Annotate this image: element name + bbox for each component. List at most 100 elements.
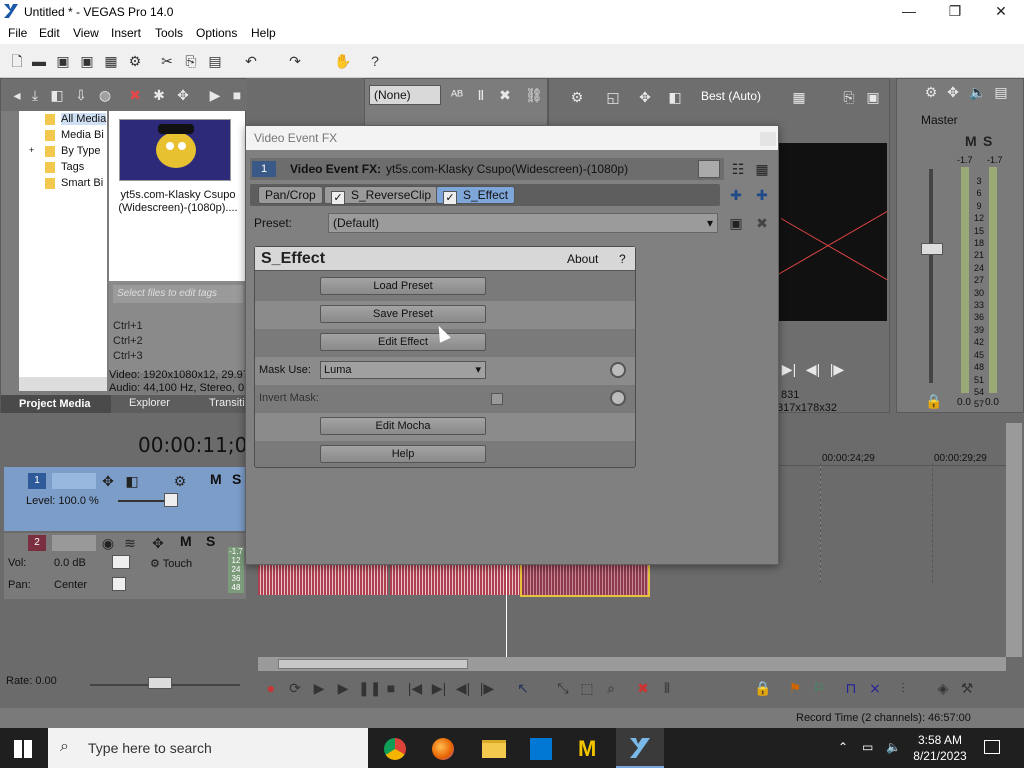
arm-record-icon[interactable]: ◉	[100, 535, 116, 551]
compositing-icon[interactable]: ◧	[124, 473, 140, 489]
prev-frame-icon[interactable]: ◀|	[454, 679, 472, 697]
trim-icon[interactable]: ⫴	[658, 679, 676, 697]
copy-snapshot-icon[interactable]: ⎘	[841, 89, 857, 105]
video-track-name[interactable]	[52, 473, 96, 489]
audio-clip-2[interactable]	[390, 565, 520, 595]
volume-icon[interactable]: 🔈	[886, 740, 901, 754]
tab-transitions[interactable]: Transiti	[209, 397, 245, 409]
remove-plugin-icon[interactable]: ✚	[754, 187, 770, 203]
master-mute[interactable]: M	[965, 133, 977, 149]
menu-insert[interactable]: Insert	[111, 26, 141, 40]
audio-track-name[interactable]	[52, 535, 96, 551]
audio-track-header[interactable]: 2 ◉ ≋ ✥ M S Vol: 0.0 dB ⚙ Touch Pan: Cen…	[4, 533, 246, 599]
link-icon[interactable]: ⛓	[525, 87, 543, 103]
go-end-icon[interactable]: ▶|	[430, 679, 448, 697]
timeline-scrollbar[interactable]	[258, 657, 1006, 671]
next-frame-icon[interactable]: ▶|	[781, 361, 797, 377]
help-button[interactable]: Help	[320, 445, 486, 463]
invert-phase-icon[interactable]: ≋	[122, 535, 138, 551]
close-button[interactable]: ✕	[978, 0, 1024, 24]
tree-tags[interactable]: Tags	[61, 161, 84, 173]
clock[interactable]: 3:58 AM 8/21/2023	[912, 732, 968, 764]
checkbox-s-reverseclip[interactable]: ✓	[331, 191, 345, 205]
lock-events-icon[interactable]: 🔒	[754, 679, 772, 697]
audio-fx-icon[interactable]: ✥	[150, 535, 166, 551]
view-grid-icon[interactable]: ▦	[754, 161, 770, 177]
timeline-scroll-thumb[interactable]	[278, 659, 468, 669]
remove-icon[interactable]: ✖	[127, 87, 143, 103]
redo-icon[interactable]: ↷	[286, 52, 304, 70]
shortcut-icon[interactable]: ✋	[334, 52, 352, 70]
menu-view[interactable]: View	[73, 26, 99, 40]
ripple-icon[interactable]: ⫶	[894, 679, 912, 697]
invert-mask-checkbox[interactable]	[491, 393, 503, 405]
preview-quality[interactable]: Best (Auto)	[701, 89, 761, 103]
preview-settings-icon[interactable]: ⚙	[569, 89, 585, 105]
more-tools-icon[interactable]: ⚒	[958, 679, 976, 697]
maximize-button[interactable]: ❐	[932, 0, 978, 24]
help-icon[interactable]: ?	[366, 52, 384, 70]
audio-solo[interactable]: S	[206, 533, 215, 549]
mask-use-dropdown[interactable]: Luma ▾	[320, 361, 486, 379]
grid-icon[interactable]: ▦	[791, 89, 807, 105]
tags-input[interactable]: Select files to edit tags	[113, 285, 243, 303]
render-icon[interactable]: ▦	[102, 52, 120, 70]
selection-tool-icon[interactable]: ⬚	[578, 679, 596, 697]
delete-icon[interactable]: ✖	[634, 679, 652, 697]
playhead[interactable]	[506, 563, 507, 657]
go-start-icon[interactable]: |◀	[406, 679, 424, 697]
fx-chip-pan-crop[interactable]: Pan/Crop	[258, 186, 323, 204]
speaker-icon[interactable]: 🔈	[969, 84, 986, 100]
save-snapshot-icon[interactable]: ▣	[865, 89, 881, 105]
stop-transport-icon[interactable]: ■	[382, 679, 400, 697]
zoom-tool-icon[interactable]: ⌕	[602, 679, 620, 697]
vegas-pro-taskbar-button[interactable]	[616, 728, 664, 768]
dialog-close-button[interactable]	[760, 132, 776, 146]
vol-slider[interactable]	[112, 555, 130, 569]
network-icon[interactable]: ▭	[862, 740, 873, 754]
split-icon[interactable]: ✥	[175, 87, 191, 103]
marker-icon[interactable]: ⚑	[786, 679, 804, 697]
plugin-help-q[interactable]: ?	[619, 252, 626, 266]
tree-by-type[interactable]: By Type	[61, 145, 101, 157]
master-fader[interactable]	[921, 243, 943, 255]
stop-icon[interactable]: ■	[229, 87, 245, 103]
get-media-icon[interactable]: ⇩	[73, 87, 89, 103]
loop-icon[interactable]: ⟳	[286, 679, 304, 697]
master-solo[interactable]: S	[983, 133, 992, 149]
lock-icon[interactable]: 🔒	[925, 393, 942, 409]
timeline-vscroll[interactable]	[1006, 423, 1022, 657]
edit-mocha-button[interactable]: Edit Mocha	[320, 417, 486, 435]
taskbar-search[interactable]: ⌕ Type here to search	[48, 728, 368, 768]
show-hidden-icon[interactable]: ⌃	[838, 740, 848, 754]
back-icon[interactable]: ◂	[9, 87, 25, 103]
auto-crossfade-icon[interactable]: ⨯	[866, 679, 884, 697]
media-thumbnail[interactable]	[119, 119, 231, 181]
next-frame-transport-icon[interactable]: |▶	[478, 679, 496, 697]
save-preset-icon[interactable]: ▣	[728, 215, 744, 231]
edit-effect-button[interactable]: Edit Effect	[320, 333, 486, 351]
mixer-menu-icon[interactable]: ▤	[993, 84, 1009, 100]
menu-tools[interactable]: Tools	[155, 26, 183, 40]
menu-help[interactable]: Help	[251, 26, 276, 40]
spell-icon[interactable]: ᴬᴮ	[449, 87, 465, 103]
tree-scrollbar[interactable]	[19, 377, 107, 391]
fx-chip-s-reverseclip[interactable]: ✓ S_ReverseClip	[324, 186, 439, 205]
delete-preset-icon[interactable]: ✖	[754, 215, 770, 231]
delete-text-icon[interactable]: ✖	[497, 87, 513, 103]
mask-use-animate-icon[interactable]	[610, 362, 626, 378]
minimize-button[interactable]: —	[886, 0, 932, 24]
envelope-tool-icon[interactable]: ⤡	[554, 679, 572, 697]
video-solo[interactable]: S	[232, 471, 241, 487]
new-project-icon[interactable]: 🗋	[8, 52, 26, 70]
tree-all-media[interactable]: All Media	[61, 113, 107, 125]
view-details-icon[interactable]: ☷	[730, 161, 746, 177]
record-icon[interactable]: ●	[262, 679, 280, 697]
load-preset-button[interactable]: Load Preset	[320, 277, 486, 295]
mixer-fx-icon[interactable]: ✥	[945, 84, 961, 100]
web-icon[interactable]: ◍	[97, 87, 113, 103]
save-as-icon[interactable]: ▣	[78, 52, 96, 70]
chrome-icon[interactable]	[384, 738, 406, 760]
play-from-start-icon[interactable]: ▶	[310, 679, 328, 697]
text-icon[interactable]: Ⅱ	[473, 87, 489, 103]
